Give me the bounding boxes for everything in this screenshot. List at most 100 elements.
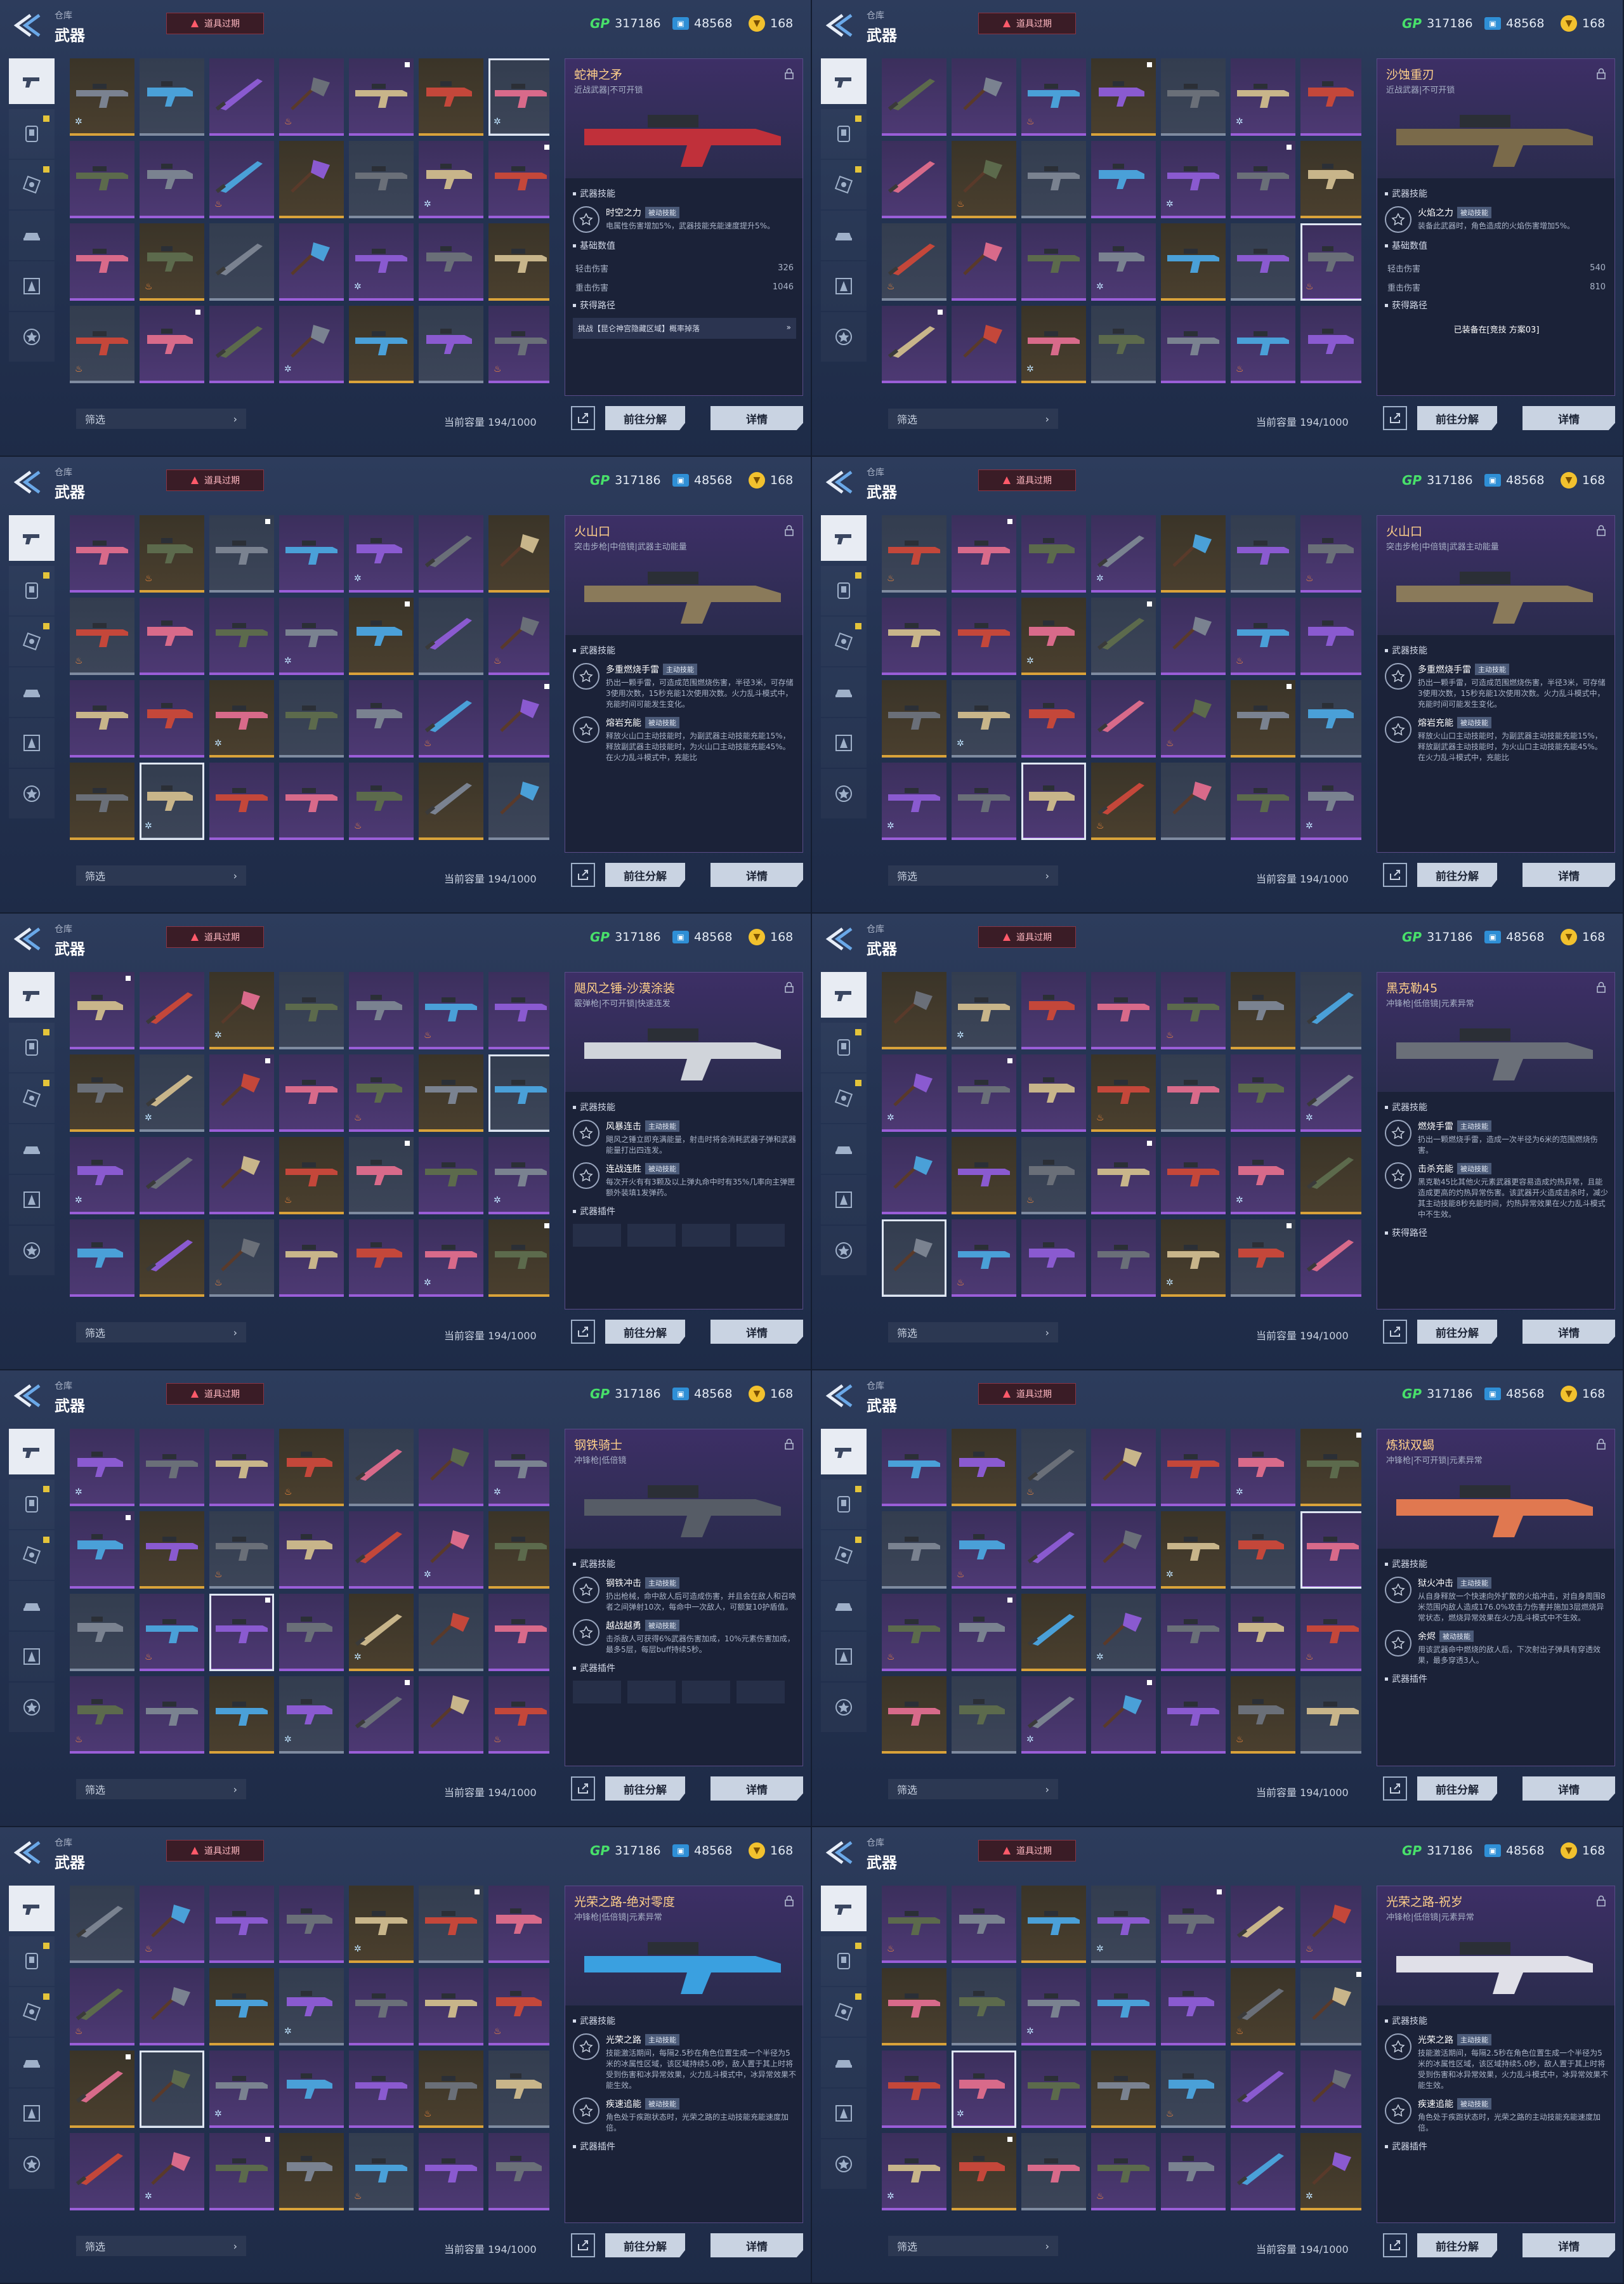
weapon-slot[interactable] [882, 1511, 946, 1589]
weapon-slot[interactable] [349, 306, 414, 383]
weapon-slot[interactable]: ♨ [70, 1676, 134, 1754]
plugin-slot[interactable] [627, 1224, 676, 1247]
weapon-slot[interactable]: ♨ [488, 1676, 549, 1754]
weapon-slot[interactable] [952, 1886, 1016, 1963]
weapon-slot[interactable]: ✲ [419, 1511, 483, 1589]
weapon-slot[interactable] [1161, 306, 1226, 383]
weapon-slot[interactable] [419, 1594, 483, 1671]
weapon-slot[interactable] [952, 763, 1016, 840]
weapon-slot[interactable] [209, 1137, 274, 1214]
weapon-slot[interactable] [952, 1676, 1016, 1754]
weapon-slot[interactable]: ✲ [952, 680, 1016, 758]
weapon-slot[interactable]: ✲ [419, 141, 483, 218]
category-tab-chip[interactable] [9, 1987, 55, 2037]
weapon-slot[interactable]: ♨ [488, 598, 549, 675]
decompose-button[interactable]: 前往分解 [1417, 2233, 1497, 2257]
weapon-slot[interactable] [1021, 1219, 1086, 1297]
weapon-slot[interactable]: ♨ [1231, 598, 1295, 675]
decompose-button[interactable]: 前往分解 [1417, 863, 1497, 887]
weapon-slot[interactable]: ♨ [1300, 1886, 1361, 1963]
weapon-slot[interactable] [488, 515, 549, 593]
weapon-slot[interactable] [1161, 223, 1226, 301]
weapon-slot[interactable] [1231, 223, 1295, 301]
weapon-slot[interactable] [1021, 763, 1086, 840]
weapon-slot[interactable]: ♨ [488, 1968, 549, 2045]
weapon-slot[interactable] [882, 141, 946, 218]
category-tab-chip[interactable] [821, 1987, 867, 2037]
weapon-slot[interactable]: ✲ [279, 598, 344, 675]
weapon-slot[interactable] [952, 1968, 1016, 2045]
weapon-slot[interactable] [140, 972, 204, 1049]
filter-button[interactable]: 筛选 › [888, 1322, 1058, 1342]
weapon-slot[interactable]: ✲ [1300, 1054, 1361, 1132]
decompose-button[interactable]: 前往分解 [1417, 1320, 1497, 1344]
detail-button[interactable]: 详情 [710, 1776, 803, 1801]
weapon-slot[interactable] [488, 763, 549, 840]
weapon-slot[interactable] [70, 680, 134, 758]
detail-button[interactable]: 详情 [1522, 863, 1615, 887]
weapon-slot[interactable]: ♨ [1300, 223, 1361, 301]
weapon-slot[interactable] [1161, 763, 1226, 840]
weapon-slot[interactable]: ✲ [209, 680, 274, 758]
weapon-slot[interactable]: ✲ [1161, 141, 1226, 218]
weapon-slot[interactable] [419, 306, 483, 383]
weapon-slot[interactable]: ♨ [1161, 2051, 1226, 2128]
category-tab-armor[interactable] [9, 1480, 55, 1529]
weapon-slot[interactable] [1091, 1676, 1156, 1754]
weapon-slot[interactable]: ✲ [1161, 1511, 1226, 1589]
expired-items-button[interactable]: 道具过期 [166, 469, 264, 491]
weapon-slot[interactable] [1231, 2133, 1295, 2210]
expired-items-button[interactable]: 道具过期 [978, 469, 1076, 491]
weapon-slot[interactable] [882, 1429, 946, 1506]
weapon-slot[interactable] [349, 1511, 414, 1589]
weapon-slot[interactable] [70, 1219, 134, 1297]
category-tab-chip[interactable] [821, 617, 867, 666]
category-tab-vehicle[interactable] [9, 1124, 55, 1174]
expired-items-button[interactable]: 道具过期 [978, 1840, 1076, 1861]
weapon-slot[interactable] [279, 223, 344, 301]
weapon-slot[interactable]: ✲ [952, 2051, 1016, 2128]
weapon-slot[interactable] [140, 680, 204, 758]
category-tab-pistol[interactable] [9, 972, 55, 1018]
decompose-button[interactable]: 前往分解 [605, 863, 685, 887]
weapon-slot[interactable] [882, 1676, 946, 1754]
weapon-slot[interactable]: ♨ [1300, 1594, 1361, 1671]
category-tab-emblem[interactable] [821, 261, 867, 311]
back-button[interactable] [11, 1839, 46, 1867]
filter-button[interactable]: 筛选 › [888, 2236, 1058, 2256]
weapon-slot[interactable] [1300, 58, 1361, 136]
weapon-slot[interactable] [349, 1219, 414, 1297]
weapon-slot[interactable] [488, 141, 549, 218]
category-tab-badge[interactable] [9, 1226, 55, 1275]
weapon-slot[interactable] [349, 2051, 414, 2128]
weapon-slot[interactable]: ✲ [1091, 1594, 1156, 1671]
lock-icon[interactable] [783, 1438, 795, 1450]
weapon-slot[interactable]: ✲ [349, 223, 414, 301]
filter-button[interactable]: 筛选 › [888, 1779, 1058, 1799]
weapon-slot[interactable] [1021, 141, 1086, 218]
category-tab-vehicle[interactable] [821, 667, 867, 717]
weapon-slot[interactable] [279, 972, 344, 1049]
filter-button[interactable]: 筛选 › [76, 2236, 246, 2256]
share-button[interactable] [571, 1320, 595, 1344]
weapon-slot[interactable] [882, 972, 946, 1049]
weapon-slot[interactable] [209, 223, 274, 301]
weapon-slot[interactable] [1161, 58, 1226, 136]
weapon-slot[interactable]: ✲ [419, 1219, 483, 1297]
weapon-slot[interactable] [349, 1429, 414, 1506]
weapon-slot[interactable]: ♨ [419, 680, 483, 758]
weapon-slot[interactable] [140, 1429, 204, 1506]
category-tab-badge[interactable] [821, 2139, 867, 2189]
weapon-slot[interactable]: ♨ [279, 1429, 344, 1506]
weapon-slot[interactable] [419, 1968, 483, 2045]
obtain-path-button[interactable]: 挑战【昆仑神宫隐藏区域】概率掉落 » [573, 318, 796, 339]
category-tab-armor[interactable] [9, 1023, 55, 1072]
share-button[interactable] [571, 406, 595, 430]
plugin-slot[interactable] [573, 1224, 621, 1247]
decompose-button[interactable]: 前往分解 [605, 1776, 685, 1801]
weapon-slot[interactable] [140, 1511, 204, 1589]
weapon-slot[interactable] [209, 1968, 274, 2045]
category-tab-pistol[interactable] [9, 58, 55, 104]
weapon-slot[interactable]: ♨ [349, 763, 414, 840]
category-tab-chip[interactable] [821, 1073, 867, 1123]
